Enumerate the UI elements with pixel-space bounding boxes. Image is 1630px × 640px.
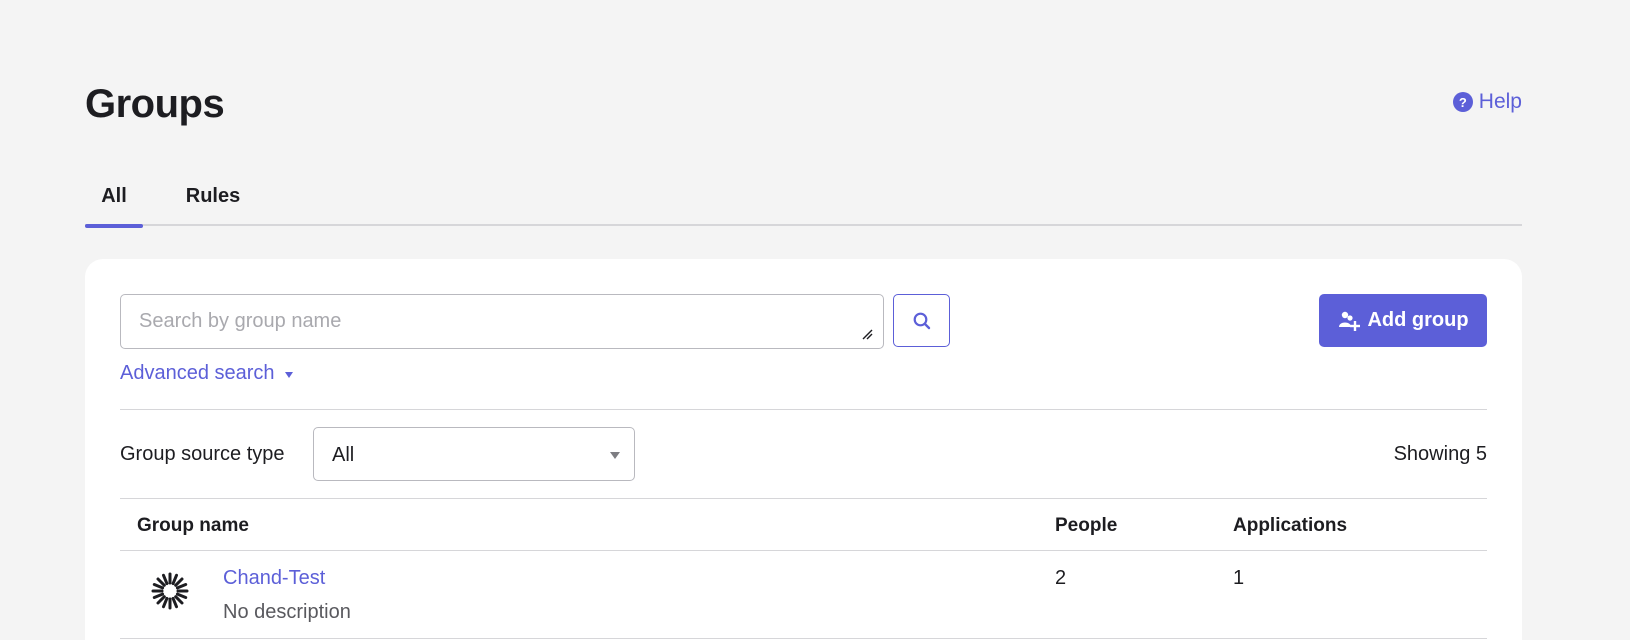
applications-count: 1 [1233,567,1245,589]
help-link[interactable]: ? Help [1452,90,1522,114]
advanced-search-toggle[interactable]: Advanced search [120,362,293,385]
help-label: Help [1478,90,1522,113]
groups-card: Add group Advanced search Group source t… [85,259,1522,640]
add-group-label: Add group [1367,309,1469,331]
chevron-down-icon [610,452,620,459]
search-field [120,294,884,349]
add-group-button[interactable]: Add group [1319,294,1487,347]
tab-bar: All Rules [85,172,1522,228]
table-header: Group name People Applications [120,498,1487,551]
group-source-type-select[interactable]: All [313,427,635,481]
search-input[interactable] [121,295,883,348]
column-header-applications: Applications [1233,515,1348,536]
add-group-icon [1339,311,1361,331]
group-source-type-label: Group source type [120,443,285,465]
search-button[interactable] [893,294,950,347]
showing-count: Showing 5 [1393,443,1487,465]
tab-rules[interactable]: Rules [178,172,248,226]
group-name-link[interactable]: Chand-Test [223,567,325,590]
table-row: Chand-Test No description 2 1 [120,551,1487,639]
select-value: All [332,444,355,466]
tab-all-label: All [101,184,127,207]
advanced-search-label: Advanced search [120,362,275,384]
page-title: Groups [85,82,225,126]
okta-sunburst-icon [151,572,189,610]
column-header-group-name: Group name [137,515,249,536]
column-header-people: People [1055,515,1118,536]
divider [120,409,1487,410]
tab-all[interactable]: All [85,172,143,228]
resize-handle-icon[interactable] [861,328,873,340]
tab-rules-label: Rules [185,184,241,207]
page-header: Groups ? Help [85,78,1522,128]
help-icon: ? [1452,92,1473,112]
search-icon [913,312,930,329]
caret-down-icon [284,371,293,378]
people-count: 2 [1055,567,1067,589]
group-description: No description [223,601,351,623]
